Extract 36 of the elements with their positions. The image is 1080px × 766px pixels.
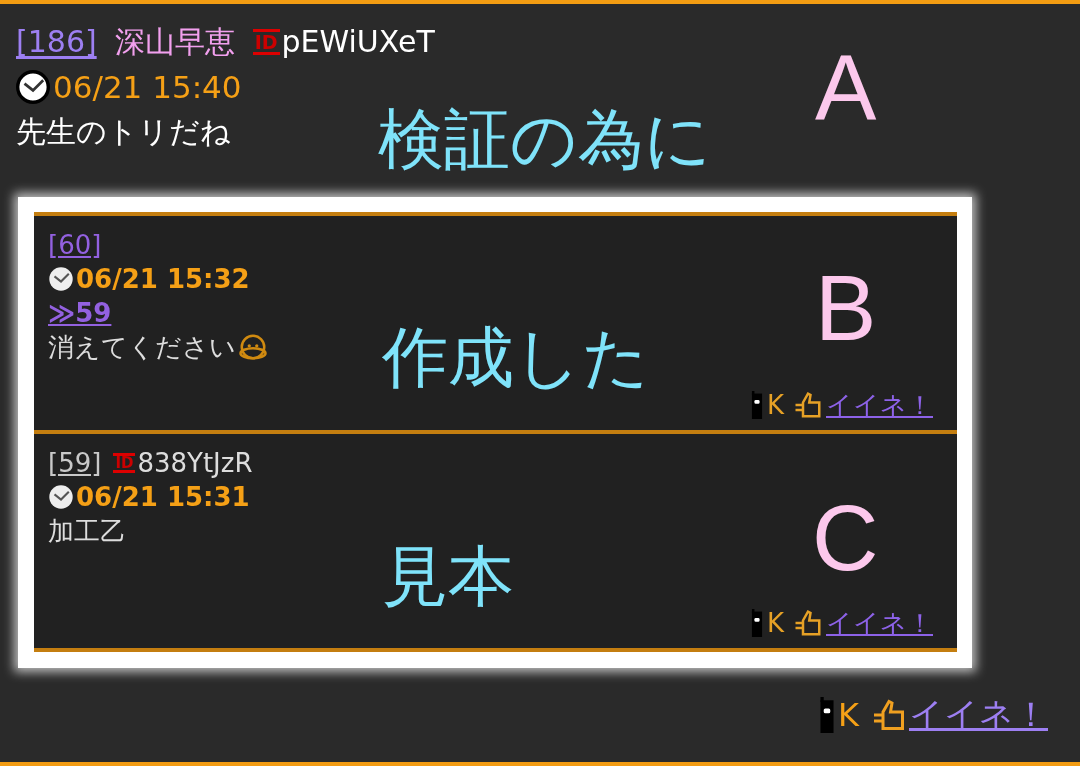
post-body: 加工乙 (48, 515, 126, 548)
poster-id: pEWiUXeT (281, 23, 435, 61)
like-link[interactable]: イイネ！ (826, 606, 933, 640)
carrier-label: K (766, 607, 784, 640)
post-number-link[interactable]: [186] (16, 20, 97, 64)
poster-id: 838YtJzR (137, 447, 253, 480)
reply-link[interactable]: ≫59 (48, 298, 112, 328)
clock-icon (48, 266, 74, 292)
mobile-phone-icon (749, 391, 764, 419)
thumbs-up-icon (793, 609, 823, 637)
post-date: 06/21 15:40 (53, 68, 242, 107)
annotation-caption: 作成した (382, 318, 650, 398)
clock-icon (16, 70, 50, 104)
poster-name: 深山早恵 (114, 23, 235, 61)
clock-icon (48, 484, 74, 510)
annotation-letter: A (815, 42, 877, 134)
annotation-letter: C (812, 492, 879, 584)
annotation-caption: 検証の為に (378, 100, 712, 180)
thumbs-up-icon (871, 698, 907, 732)
post-number-link[interactable]: [60] (48, 228, 102, 262)
post-date: 06/21 15:32 (76, 263, 250, 296)
mobile-phone-icon (749, 609, 764, 637)
annotation-caption: 見本 (382, 537, 514, 617)
id-badge: ID (113, 453, 136, 473)
annotation-letter: B (815, 262, 877, 354)
like-link[interactable]: イイネ！ (826, 388, 933, 422)
post-body: 先生のトリだね (16, 114, 231, 149)
like-link[interactable]: イイネ！ (909, 692, 1048, 738)
carrier-label: K (766, 389, 784, 422)
post-body: 消えてください (48, 331, 236, 364)
post-number-link[interactable]: [59] (48, 446, 102, 480)
carrier-label: K (838, 696, 859, 734)
thumbs-up-icon (793, 391, 823, 419)
post-date: 06/21 15:31 (76, 481, 250, 514)
mobile-phone-icon (818, 697, 836, 733)
id-badge: ID (252, 29, 280, 55)
